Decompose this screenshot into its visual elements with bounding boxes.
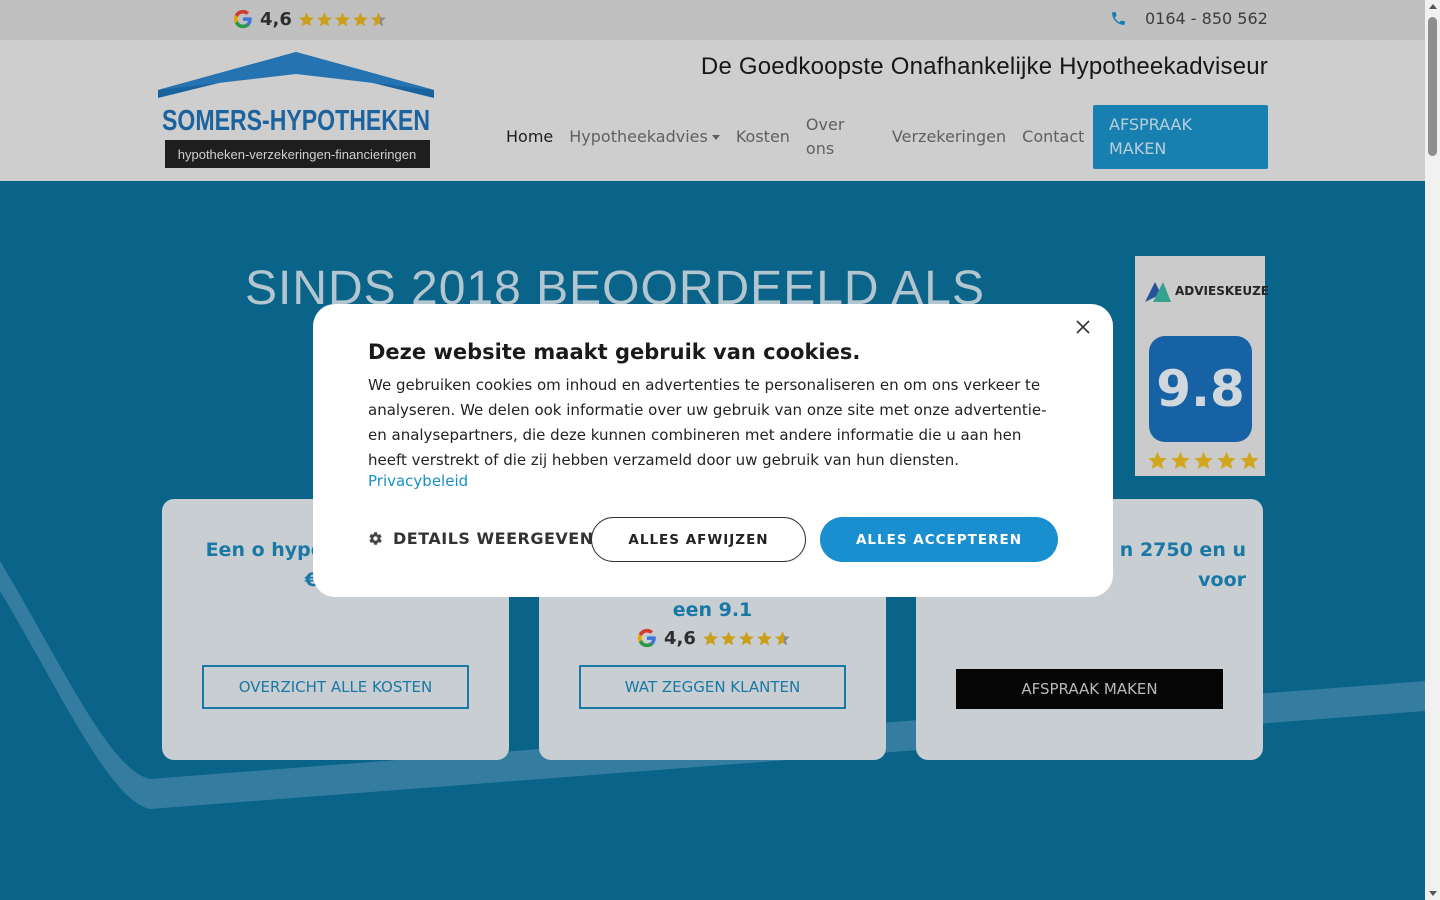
details-button[interactable]: DETAILS WEERGEVEN	[368, 529, 594, 548]
scroll-up-icon[interactable]	[1429, 4, 1437, 9]
accept-all-button[interactable]: ALLES ACCEPTEREN	[820, 517, 1058, 562]
scroll-thumb[interactable]	[1428, 17, 1437, 156]
reject-all-button[interactable]: ALLES AFWIJZEN	[591, 517, 806, 562]
details-label: DETAILS WEERGEVEN	[393, 529, 594, 548]
cookie-dialog: Deze website maakt gebruik van cookies. …	[313, 304, 1113, 597]
gear-icon	[369, 532, 382, 545]
privacy-link[interactable]: Privacybeleid	[368, 472, 468, 490]
scroll-down-icon[interactable]	[1429, 891, 1437, 896]
cookie-title: Deze website maakt gebruik van cookies.	[368, 340, 861, 364]
page-scrollbar[interactable]	[1425, 0, 1440, 900]
cookie-body: We gebruiken cookies om inhoud en advert…	[368, 376, 1047, 469]
close-icon[interactable]	[1075, 319, 1091, 335]
